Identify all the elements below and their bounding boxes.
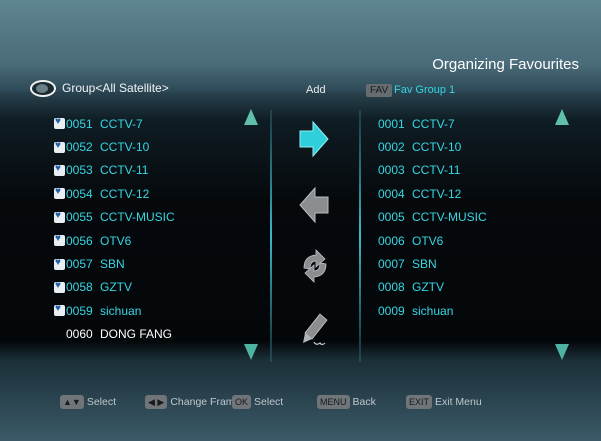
channel-row[interactable]: 0052CCTV-10 — [54, 135, 175, 158]
fav-row[interactable]: 0006 OTV6 — [378, 229, 487, 252]
fav-row[interactable]: 0008 GZTV — [378, 276, 487, 299]
menu-key: MENU — [317, 395, 350, 409]
fav-row[interactable]: 0003 CCTV-11 — [378, 159, 487, 182]
heart-icon — [54, 233, 65, 247]
left-channel-list: 0051CCTV-7 0052CCTV-10 0053CCTV-11 0054C… — [54, 112, 175, 346]
fav-row[interactable]: 0002 CCTV-10 — [378, 135, 487, 158]
action-label: Add — [306, 84, 326, 96]
footer-exit-menu: EXIT Exit Menu — [406, 395, 482, 409]
fav-organizer-screen: Organizing Favourites Group<All Satellit… — [0, 0, 601, 441]
right-scroll-down-icon[interactable] — [555, 344, 569, 360]
satellite-dish-icon — [30, 79, 56, 97]
footer-change-fram: ◀ ▶ Change Fram — [145, 395, 235, 409]
page-title: Organizing Favourites — [432, 56, 579, 73]
heart-icon — [54, 257, 65, 270]
group-selector[interactable]: Group<All Satellite> — [30, 78, 169, 98]
heart-icon — [54, 210, 65, 223]
swap-arrows-icon[interactable] — [298, 248, 332, 284]
right-scroll-up-icon[interactable] — [555, 109, 569, 125]
channel-row[interactable]: 0055CCTV-MUSIC — [54, 206, 175, 229]
heart-icon — [54, 186, 65, 200]
left-divider — [270, 110, 272, 362]
heart-icon — [54, 140, 65, 153]
heart-icon — [54, 163, 65, 176]
right-arrow-icon[interactable] — [298, 120, 330, 158]
fav-channel-list: 0001 CCTV-7 0002 CCTV-10 0003 CCTV-11 0004 C… — [378, 112, 487, 323]
footer-select: ▲▼ Select — [60, 395, 116, 409]
group-label: Group<All Satellite> — [62, 81, 169, 95]
left-scroll-down-icon[interactable] — [244, 344, 258, 360]
fav-group-name: Fav Group 1 — [394, 84, 456, 96]
fav-row[interactable]: 0004 CCTV-12 — [378, 182, 487, 205]
footer-ok-select: OK Select — [232, 395, 283, 409]
fav-row[interactable]: 0005 CCTV-MUSIC — [378, 206, 487, 229]
ok-key: OK — [232, 395, 252, 409]
left-scroll-up-icon[interactable] — [244, 109, 258, 125]
exit-key: EXIT — [406, 395, 433, 409]
footer-menu-back: MENU Back — [317, 395, 376, 409]
fav-row[interactable]: 0001 CCTV-7 — [378, 112, 487, 135]
channel-row[interactable]: 0057SBN — [54, 252, 175, 275]
pencil-icon[interactable] — [300, 312, 330, 348]
left-right-key-icon: ◀ ▶ — [145, 395, 168, 409]
up-down-key-icon: ▲▼ — [60, 395, 84, 409]
fav-row[interactable]: 0009 sichuan — [378, 299, 487, 322]
left-arrow-icon[interactable] — [298, 186, 330, 224]
channel-row[interactable]: 0059sichuan — [54, 299, 175, 322]
channel-row[interactable]: 0054CCTV-12 — [54, 182, 175, 205]
channel-row[interactable]: 0058GZTV — [54, 276, 175, 299]
fav-badge: FAV — [366, 84, 393, 97]
channel-row[interactable]: 0051CCTV-7 — [54, 112, 175, 135]
heart-icon — [54, 280, 65, 293]
fav-row[interactable]: 0007 SBN — [378, 252, 487, 275]
heart-icon — [54, 116, 65, 130]
channel-row[interactable]: 0056OTV6 — [54, 229, 175, 252]
heart-icon — [54, 303, 65, 317]
right-divider — [359, 110, 361, 362]
channel-row-selected[interactable]: 0060 DONG FANG — [54, 323, 175, 346]
channel-row[interactable]: 0053CCTV-11 — [54, 159, 175, 182]
